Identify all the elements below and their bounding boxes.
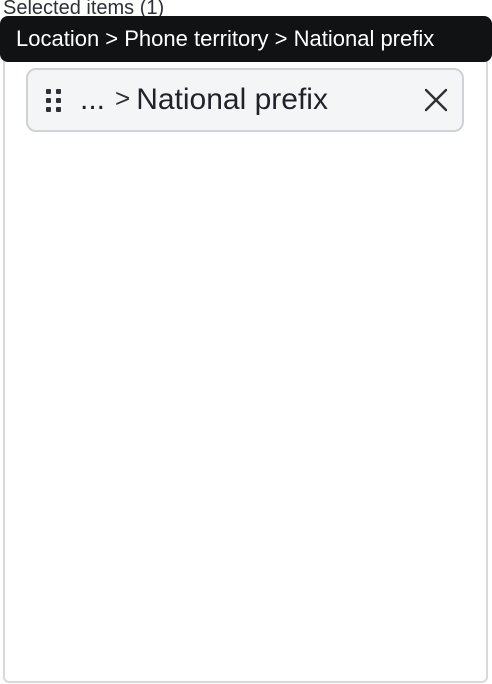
path-ellipsis: ... [80,83,106,116]
selected-items-pane: Selected items (1) ... > National prefix… [0,0,492,684]
remove-item-button[interactable] [422,86,450,114]
full-path-tooltip: Location > Phone territory > National pr… [0,16,492,62]
path-separator: > [115,83,131,113]
selected-item-name: National prefix [136,83,328,116]
close-icon [424,88,448,112]
selected-item-chip[interactable]: ... > National prefix [26,68,464,132]
selected-item-path: ... > National prefix [80,83,328,117]
drag-handle-icon[interactable] [43,88,63,112]
